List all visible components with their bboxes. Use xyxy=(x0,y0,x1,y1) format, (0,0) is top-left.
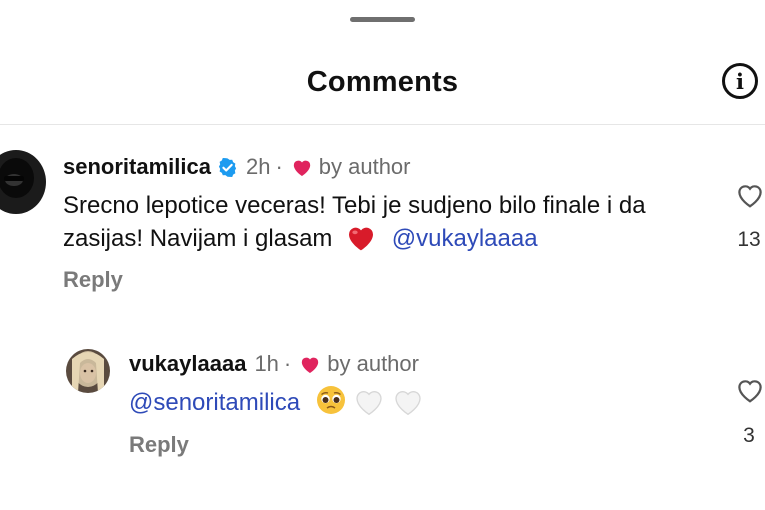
like-heart-icon[interactable] xyxy=(735,376,765,404)
heart-emoji xyxy=(349,227,374,251)
like-count: 3 xyxy=(743,424,755,447)
comment-text-block: Srecno lepotice veceras! Tebi je sudjeno… xyxy=(63,189,703,255)
liked-by-author: by author xyxy=(318,154,411,179)
reply-button[interactable]: Reply xyxy=(129,432,189,458)
avatar[interactable] xyxy=(0,150,46,214)
white-heart-emoji xyxy=(395,391,421,416)
verified-badge-icon xyxy=(218,157,237,177)
author-heart-icon xyxy=(293,160,310,177)
liked-by-author: by author xyxy=(327,351,419,376)
like-heart-icon[interactable] xyxy=(735,181,765,209)
author-heart-icon xyxy=(302,357,319,374)
comment-username[interactable]: vukaylaaaa xyxy=(129,351,246,377)
mention-link[interactable]: @vukaylaaaa xyxy=(392,225,538,252)
comment-time: 1h xyxy=(254,351,279,376)
mention-link[interactable]: @senoritamilica xyxy=(129,389,300,416)
info-icon: i xyxy=(736,68,744,94)
pleading-face-emoji xyxy=(316,386,345,414)
avatar[interactable] xyxy=(66,349,110,393)
comment-time: 2h xyxy=(245,154,271,179)
comment-username[interactable]: senoritamilica xyxy=(63,154,211,180)
header-divider xyxy=(0,124,765,125)
sheet-title: Comments xyxy=(306,66,459,98)
sheet-grabber[interactable] xyxy=(350,17,415,22)
comment-text-block: @senoritamilica xyxy=(129,384,689,419)
like-count: 13 xyxy=(737,228,761,251)
white-heart-emoji xyxy=(356,391,383,416)
reply-button[interactable]: Reply xyxy=(63,267,123,293)
separator-dot: · xyxy=(275,154,283,179)
info-button[interactable]: i xyxy=(722,63,758,99)
separator-dot: · xyxy=(283,351,292,376)
